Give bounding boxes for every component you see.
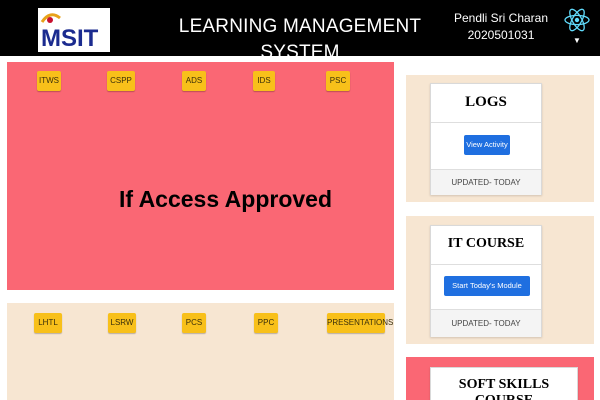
logs-card-title: LOGS (465, 94, 507, 110)
user-info[interactable]: Pendli Sri Charan 2020501031 (448, 10, 554, 44)
subject-button-ppc[interactable]: PPC (254, 313, 278, 333)
card-divider (431, 264, 541, 265)
view-activity-button[interactable]: View Activity (464, 135, 510, 155)
logs-card: LOGS View Activity UPDATED- TODAY (430, 83, 542, 195)
subject-button-psc[interactable]: PSC (326, 71, 350, 91)
start-module-button[interactable]: Start Today's Module (444, 276, 530, 296)
subject-button-presentations[interactable]: PRESENTATIONS (327, 313, 393, 333)
logs-card-container: LOGS View Activity UPDATED- TODAY (406, 75, 594, 202)
it-course-card-title: IT COURSE (447, 236, 525, 251)
soft-skills-card-container: SOFT SKILLS COURSE (406, 357, 594, 400)
subject-button-cspp[interactable]: CSPP (107, 71, 135, 91)
subject-button-lsrw[interactable]: LSRW (108, 313, 136, 333)
logo-text: MSIT (41, 25, 99, 52)
access-message: If Access Approved (118, 186, 333, 212)
subject-button-lhtl[interactable]: LHTL (34, 313, 62, 333)
user-id: 2020501031 (467, 28, 535, 42)
subject-button-itws[interactable]: ITWS (37, 71, 61, 91)
msit-logo-graphic: MSIT (40, 13, 99, 52)
logs-card-footer: UPDATED- TODAY (431, 169, 541, 195)
it-course-card-footer: UPDATED- TODAY (431, 309, 541, 337)
app-title: LEARNING MANAGEMENT SYSTEM (178, 16, 422, 63)
it-course-card: IT COURSE Start Today's Module UPDATED- … (430, 225, 542, 337)
subject-button-ads[interactable]: ADS (182, 71, 206, 91)
chevron-down-icon[interactable]: ▼ (573, 37, 581, 45)
react-atom-icon[interactable] (563, 6, 591, 34)
subject-button-ids[interactable]: IDS (253, 71, 275, 91)
user-name: Pendli Sri Charan (453, 11, 549, 25)
it-course-card-container: IT COURSE Start Today's Module UPDATED- … (406, 216, 594, 344)
subjects-panel-technical: ITWS CSPP ADS IDS PSC If Access Approved (7, 62, 394, 290)
lms-dashboard: MSIT LEARNING MANAGEMENT SYSTEM Pendli S… (0, 0, 600, 400)
soft-skills-card-title: SOFT SKILLS COURSE (458, 377, 550, 400)
card-divider (431, 122, 541, 123)
subjects-panel-soft-skills: LHTL LSRW PCS PPC PRESENTATIONS (7, 303, 394, 400)
soft-skills-card: SOFT SKILLS COURSE (430, 367, 578, 400)
msit-logo[interactable]: MSIT (38, 8, 110, 52)
top-navbar: MSIT LEARNING MANAGEMENT SYSTEM Pendli S… (0, 0, 600, 63)
subject-button-pcs[interactable]: PCS (182, 313, 206, 333)
